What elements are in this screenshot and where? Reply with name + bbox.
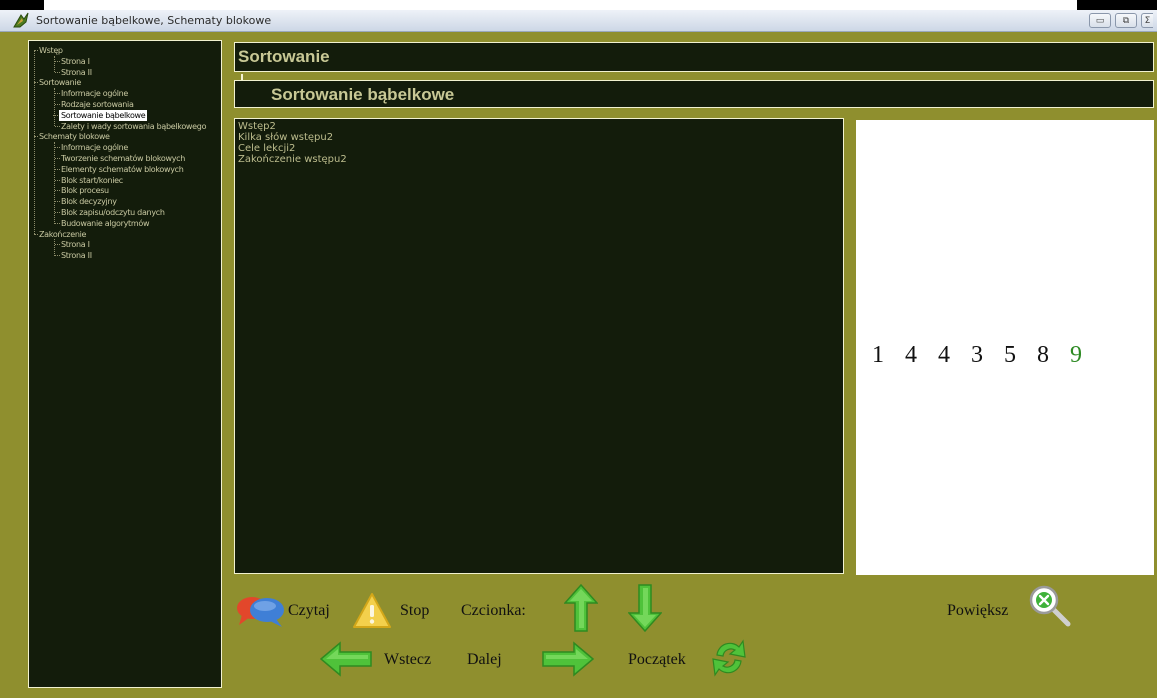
sidebar-item[interactable]: Blok decyzyjny [55, 196, 117, 207]
sort-number-sorted: 9 [1070, 342, 1082, 368]
window-title: Sortowanie bąbelkowe, Schematy blokowe [36, 14, 272, 27]
tree-guide-line [54, 88, 55, 127]
subsection-header: Sortowanie bąbelkowe [234, 80, 1154, 108]
sorting-numbers: 1 4 4 3 5 8 9 [856, 342, 1154, 369]
tree-guide-line [54, 142, 55, 224]
sidebar-item[interactable]: Zalety i wady sortowania bąbelkowego [54, 121, 206, 132]
sort-number: 8 [1037, 342, 1049, 368]
sidebar-item[interactable]: Strona II [55, 250, 92, 261]
animation-panel: 1 4 4 3 5 8 9 [856, 120, 1154, 575]
warning-icon[interactable] [352, 592, 392, 630]
sidebar-item[interactable]: Elementy schematów blokowych [55, 164, 184, 175]
sidebar-item[interactable]: Wstęp [34, 45, 63, 56]
content-line: Zakończenie wstępu2 [238, 154, 347, 165]
speech-bubbles-icon[interactable] [236, 594, 286, 628]
read-button[interactable]: Czytaj [288, 602, 330, 620]
arrow-down-icon[interactable] [628, 584, 662, 632]
section-header: Sortowanie [234, 42, 1154, 72]
content-panel[interactable]: Wstęp2 Kilka słów wstępu2 Cele lekcji2 Z… [234, 118, 844, 574]
sort-number: 3 [971, 342, 983, 368]
sidebar-item[interactable]: Sortowanie [34, 77, 81, 88]
sidebar-item[interactable]: Tworzenie schematów blokowych [54, 153, 185, 164]
content-line: Kilka słów wstępu2 [238, 132, 334, 143]
content-line: Cele lekcji2 [238, 143, 296, 154]
tree-guide-line [54, 239, 55, 256]
sidebar-item[interactable]: Blok zapisu/odczytu danych [55, 207, 165, 218]
corner-block-right [1077, 0, 1157, 10]
sidebar-item[interactable]: Rodzaje sortowania [55, 99, 134, 110]
corner-block-left [0, 0, 44, 10]
zoom-button[interactable]: Powiększ [947, 602, 1008, 620]
sort-number: 5 [1004, 342, 1016, 368]
sidebar-item[interactable]: Strona I [55, 56, 90, 67]
sidebar-item[interactable]: Informacje ogólne [54, 142, 128, 153]
arrow-left-icon[interactable] [320, 641, 372, 677]
app-area: Wstęp Strona I Strona II Sortowanie Informac… [0, 32, 1157, 698]
magnifier-icon[interactable] [1028, 584, 1074, 628]
close-button[interactable]: Σ [1141, 13, 1153, 28]
sidebar-item[interactable]: Zakończenie [33, 229, 86, 240]
start-button[interactable]: Początek [628, 651, 686, 669]
sidebar-item[interactable]: Informacje ogólne [54, 88, 128, 99]
sidebar-item[interactable]: Strona I [55, 239, 90, 250]
tree-guide-line [34, 50, 35, 234]
sidebar-tree: Wstęp Strona I Strona II Sortowanie Informac… [28, 40, 222, 688]
stop-button[interactable]: Stop [400, 602, 429, 620]
sort-number: 4 [905, 342, 917, 368]
window-controls: ▭ ⧉ Σ [1089, 13, 1153, 28]
tree-guide-line [54, 55, 55, 73]
back-button[interactable]: Wstecz [384, 651, 431, 669]
sidebar-item[interactable]: Strona II [55, 67, 92, 78]
arrow-up-icon[interactable] [564, 584, 598, 632]
sidebar-item[interactable]: Budowanie algorytmów [54, 218, 150, 229]
sidebar-item[interactable]: Blok start/koniec [55, 175, 123, 186]
subsection-title: Sortowanie bąbelkowe [271, 85, 455, 104]
minimize-button[interactable]: ▭ [1089, 13, 1111, 28]
window-titlebar: Sortowanie bąbelkowe, Schematy blokowe ▭… [0, 10, 1157, 32]
app-icon [13, 12, 29, 28]
next-button[interactable]: Dalej [467, 651, 502, 669]
refresh-icon[interactable] [709, 637, 749, 679]
sidebar-item[interactable]: Schematy blokowe [34, 131, 110, 142]
sort-number: 4 [938, 342, 950, 368]
sort-number: 1 [872, 342, 884, 368]
app-frame-left [0, 32, 20, 698]
sidebar-item[interactable]: Sortowanie bąbelkowe [52, 109, 148, 121]
font-size-label: Czcionka: [461, 602, 526, 619]
content-line: Wstęp2 [238, 121, 276, 132]
restore-button[interactable]: ⧉ [1115, 13, 1137, 28]
section-title: Sortowanie [238, 47, 330, 66]
sidebar-item[interactable]: Blok procesu [55, 185, 109, 196]
arrow-right-icon[interactable] [542, 641, 594, 677]
